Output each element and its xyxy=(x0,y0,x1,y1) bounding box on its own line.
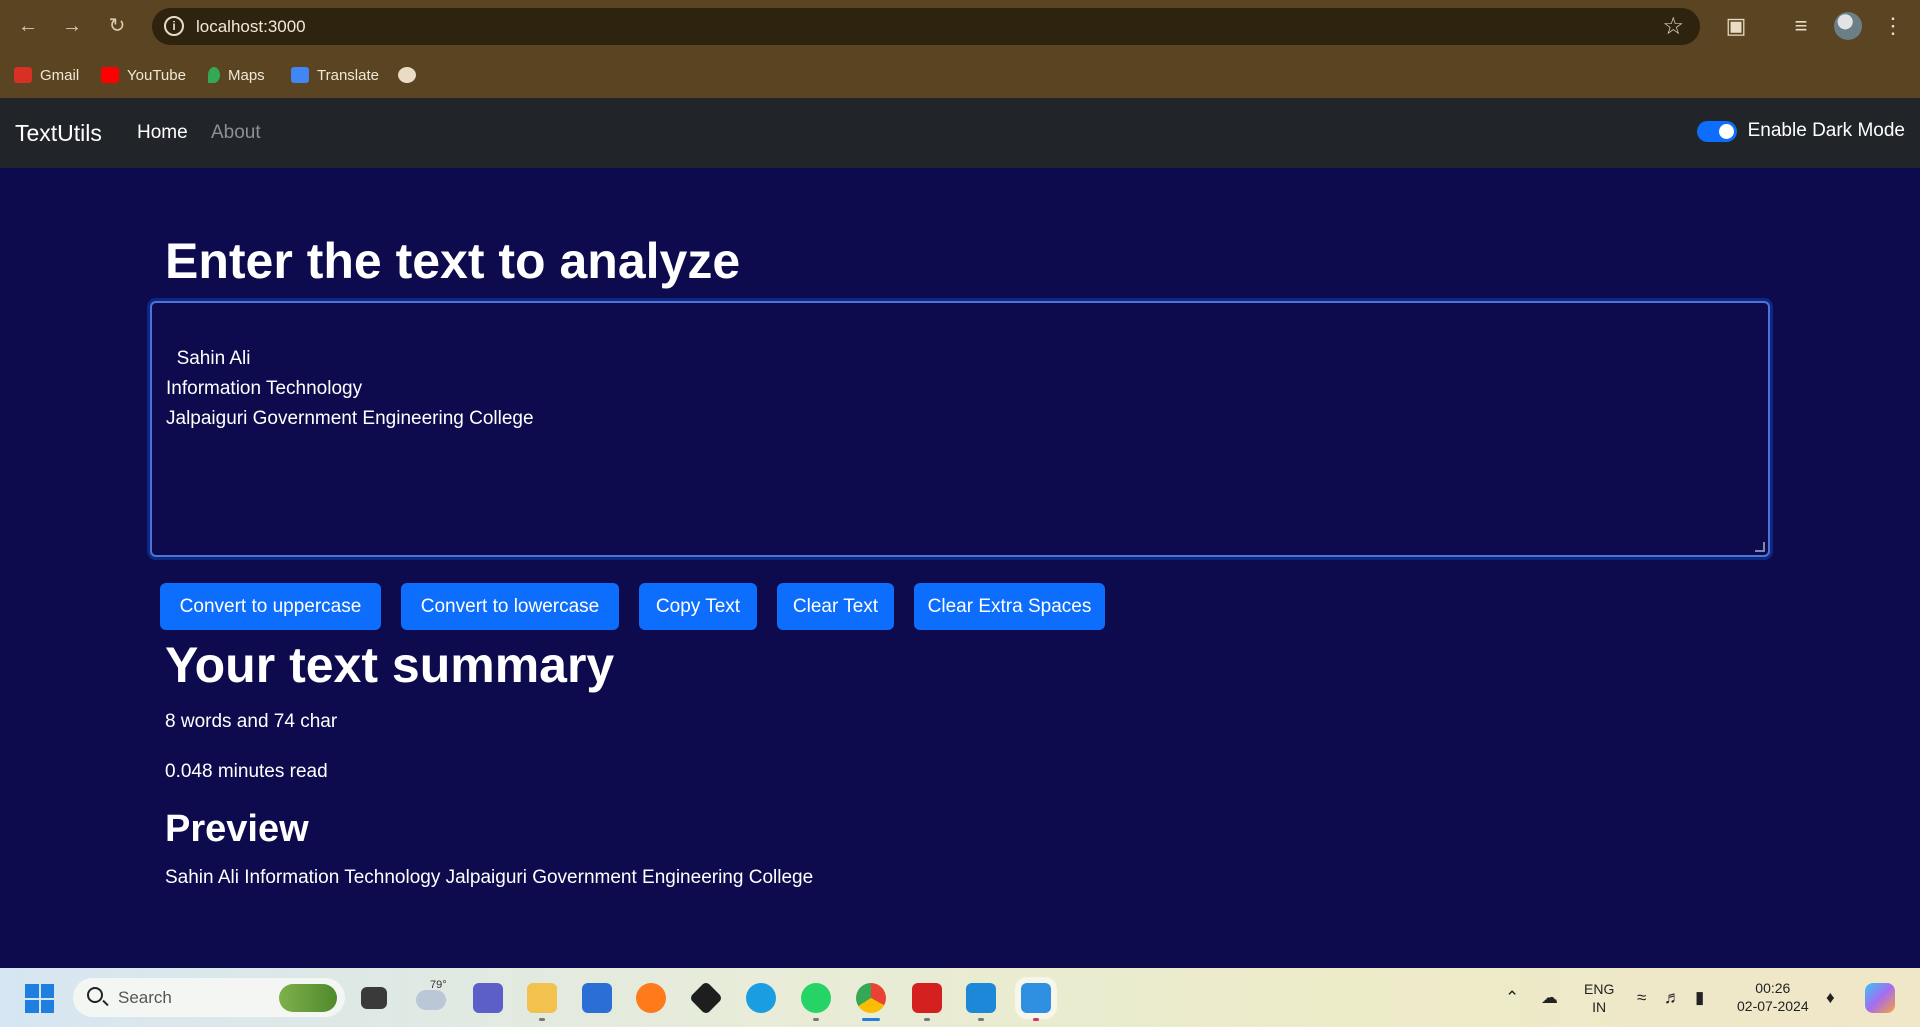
wifi-icon[interactable]: ≈ xyxy=(1637,988,1646,1008)
task-view-icon[interactable] xyxy=(361,987,387,1009)
whatsapp-icon[interactable] xyxy=(801,983,831,1013)
running-indicator xyxy=(978,1018,984,1021)
extensions-icon[interactable]: ▣ xyxy=(1722,12,1750,40)
summary-heading: Your text summary xyxy=(165,637,615,693)
windows-taskbar: Search 79° ⌃ ☁ ENG IN ≈ ♬ ▮ 00:26 02-07-… xyxy=(0,968,1920,1027)
read-time: 0.048 minutes read xyxy=(165,761,328,782)
clear-text-button[interactable]: Clear Text xyxy=(777,583,894,630)
app-navbar: TextUtils Home About Enable Dark Mode xyxy=(0,98,1920,168)
taskbar-search[interactable]: Search xyxy=(73,978,345,1017)
browser-toolbar: ← → ↻ i localhost:3000 ☆ ▣ ≡ ⋮ xyxy=(0,0,1920,52)
preview-heading: Preview xyxy=(165,808,309,850)
uppercase-button[interactable]: Convert to uppercase xyxy=(160,583,381,630)
running-indicator xyxy=(539,1018,545,1021)
weather-temp: 79° xyxy=(430,979,447,991)
address-bar[interactable]: i localhost:3000 ☆ xyxy=(152,8,1700,45)
nav-link-about[interactable]: About xyxy=(211,122,261,144)
site-info-icon[interactable]: i xyxy=(164,16,184,36)
gmail-icon xyxy=(14,67,32,83)
clock[interactable]: 00:26 02-07-2024 xyxy=(1737,979,1809,1015)
bookmark-globe[interactable] xyxy=(398,64,416,86)
resize-handle[interactable] xyxy=(1755,542,1765,552)
bookmark-translate[interactable]: Translate xyxy=(291,64,379,86)
youtube-icon xyxy=(101,67,119,83)
bookmark-maps[interactable]: Maps xyxy=(208,64,265,86)
volume-icon[interactable]: ♬ xyxy=(1664,988,1681,1008)
profile-avatar[interactable] xyxy=(1834,12,1862,40)
running-indicator xyxy=(813,1018,819,1021)
clear-extra-spaces-button[interactable]: Clear Extra Spaces xyxy=(914,583,1105,630)
running-indicator xyxy=(924,1018,930,1021)
weather-icon[interactable] xyxy=(416,990,446,1010)
clock-time: 00:26 xyxy=(1755,980,1791,996)
language-code: ENG xyxy=(1584,981,1615,997)
lowercase-button[interactable]: Convert to lowercase xyxy=(401,583,619,630)
navbar-brand[interactable]: TextUtils xyxy=(15,120,102,147)
onedrive-icon[interactable]: ☁ xyxy=(1541,988,1558,1008)
firefox-icon[interactable] xyxy=(636,983,666,1013)
address-url[interactable]: localhost:3000 xyxy=(196,17,306,37)
dropbox-icon[interactable] xyxy=(689,981,723,1015)
bookmark-label: Maps xyxy=(228,66,265,84)
region-code: IN xyxy=(1592,999,1607,1015)
bookmark-label: Translate xyxy=(317,66,379,84)
bookmarks-bar: Gmail YouTube Maps Translate xyxy=(0,52,1920,98)
text-input-area[interactable]: Sahin Ali Information Technology Jalpaig… xyxy=(150,301,1770,557)
battery-icon[interactable]: ▮ xyxy=(1695,988,1704,1008)
windows-start-icon[interactable] xyxy=(25,984,54,1013)
browser-chrome: ← → ↻ i localhost:3000 ☆ ▣ ≡ ⋮ Gmail You… xyxy=(0,0,1920,98)
menu-kebab-icon[interactable]: ⋮ xyxy=(1879,12,1907,40)
bookmark-youtube[interactable]: YouTube xyxy=(101,64,186,86)
show-hidden-icons-chevron-icon[interactable]: ⌃ xyxy=(1505,988,1519,1008)
dark-mode-toggle[interactable] xyxy=(1696,120,1737,142)
copilot-icon[interactable] xyxy=(1865,983,1895,1013)
notifications-bell-icon[interactable]: ♦ xyxy=(1826,988,1835,1008)
teams-icon[interactable] xyxy=(473,983,503,1013)
media-control-icon[interactable]: ≡ xyxy=(1787,12,1815,40)
bookmark-gmail[interactable]: Gmail xyxy=(14,64,79,86)
active-indicator xyxy=(1033,1018,1039,1021)
taskbar-search-placeholder: Search xyxy=(118,988,172,1007)
forward-arrow-icon[interactable]: → xyxy=(58,12,86,40)
edge-icon[interactable] xyxy=(746,983,776,1013)
dark-mode-switch[interactable]: Enable Dark Mode xyxy=(1696,120,1905,142)
bookmark-label: Gmail xyxy=(40,66,80,84)
file-explorer-icon[interactable] xyxy=(527,983,557,1013)
reload-icon[interactable]: ↻ xyxy=(103,12,131,40)
copy-text-button[interactable]: Copy Text xyxy=(639,583,757,630)
acrobat-icon[interactable] xyxy=(912,983,942,1013)
language-indicator[interactable]: ENG IN xyxy=(1584,980,1614,1016)
page-heading: Enter the text to analyze xyxy=(165,233,741,289)
globe-icon xyxy=(398,67,416,83)
microsoft-store-icon[interactable] xyxy=(582,983,612,1013)
text-input-value[interactable]: Sahin Ali Information Technology Jalpaig… xyxy=(166,348,534,429)
translate-icon xyxy=(291,67,309,83)
dark-mode-label: Enable Dark Mode xyxy=(1747,120,1905,141)
back-arrow-icon[interactable]: ← xyxy=(14,12,42,40)
clock-date: 02-07-2024 xyxy=(1737,998,1809,1014)
search-icon xyxy=(87,987,103,1003)
maps-pin-icon xyxy=(208,67,220,83)
nav-link-home[interactable]: Home xyxy=(137,122,188,144)
bookmark-label: YouTube xyxy=(127,66,186,84)
toggle-knob xyxy=(1718,123,1734,139)
search-highlight-icon xyxy=(279,984,337,1012)
vscode-icon[interactable] xyxy=(966,983,996,1013)
word-char-count: 8 words and 74 char xyxy=(165,711,338,732)
photos-icon[interactable] xyxy=(1021,983,1051,1013)
preview-text: Sahin Ali Information Technology Jalpaig… xyxy=(165,867,814,888)
bookmark-star-icon[interactable]: ☆ xyxy=(1662,12,1684,41)
active-indicator xyxy=(862,1018,880,1021)
chrome-icon[interactable] xyxy=(856,983,886,1013)
